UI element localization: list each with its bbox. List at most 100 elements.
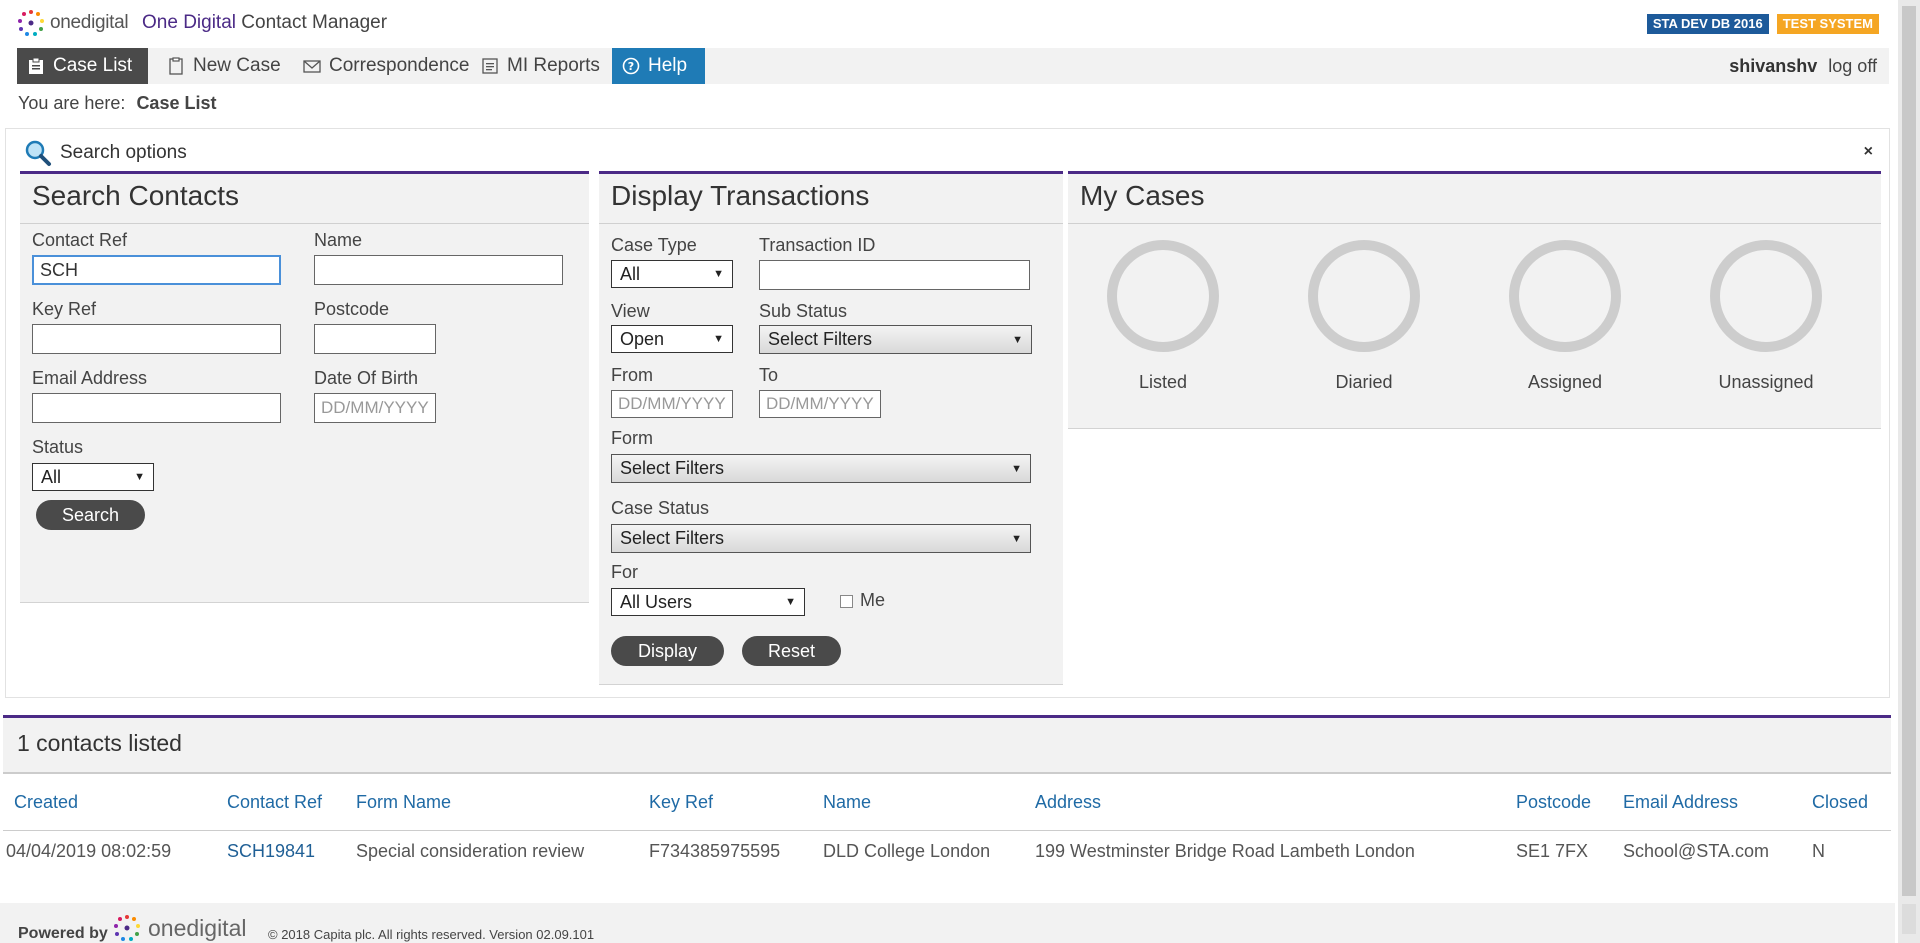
scrollbar-down-arrow[interactable]	[1902, 904, 1916, 934]
document-icon	[169, 57, 183, 75]
clipboard-icon	[29, 57, 43, 74]
to-date-input[interactable]	[759, 390, 881, 418]
envelope-icon	[303, 60, 321, 73]
col-email-address[interactable]: Email Address	[1623, 792, 1738, 813]
cell-key-ref: F734385975595	[649, 841, 781, 861]
name-input[interactable]	[314, 255, 563, 285]
scrollbar-thumb[interactable]	[1902, 6, 1916, 896]
unassigned-counter[interactable]: Unassigned	[1696, 240, 1836, 393]
caret-down-icon: ▼	[1012, 333, 1023, 346]
header-divider	[3, 830, 1891, 831]
app-title: One Digital Contact Manager	[142, 12, 387, 34]
diaried-counter[interactable]: Diaried	[1294, 240, 1434, 393]
col-address[interactable]: Address	[1035, 792, 1101, 813]
key-ref-label: Key Ref	[32, 299, 97, 319]
me-label: Me	[860, 590, 886, 610]
display-transactions-title: Display Transactions	[599, 174, 1063, 224]
reports-icon	[482, 58, 498, 74]
unassigned-label: Unassigned	[1718, 372, 1814, 392]
case-type-select[interactable]: All ▼	[611, 260, 733, 288]
tab-mi-reports[interactable]: MI Reports	[471, 48, 610, 84]
case-status-label: Case Status	[611, 498, 710, 518]
tab-case-list[interactable]: Case List	[17, 48, 148, 84]
col-key-ref[interactable]: Key Ref	[649, 792, 713, 813]
listed-counter[interactable]: Listed	[1093, 240, 1233, 393]
for-value: All Users	[620, 591, 693, 612]
sub-status-select[interactable]: Select Filters ▼	[759, 325, 1032, 354]
for-select[interactable]: All Users ▼	[611, 588, 805, 616]
tab-new-case[interactable]: New Case	[157, 48, 291, 84]
contact-ref-label: Contact Ref	[32, 230, 128, 250]
search-contacts-title: Search Contacts	[20, 174, 589, 224]
cell-postcode: SE1 7FX	[1516, 841, 1589, 861]
tab-correspondence[interactable]: Correspondence	[293, 48, 479, 84]
cell-closed: N	[1812, 841, 1825, 861]
from-date-input[interactable]	[611, 390, 733, 418]
dob-input[interactable]	[314, 393, 436, 423]
form-select[interactable]: Select Filters ▼	[611, 454, 1031, 483]
app-title-brand: One Digital	[142, 12, 236, 33]
case-status-select[interactable]: Select Filters ▼	[611, 524, 1031, 553]
status-value: All	[41, 466, 62, 487]
view-select[interactable]: Open ▼	[611, 325, 733, 353]
me-checkbox[interactable]	[840, 595, 853, 608]
search-options-header[interactable]: Search options	[24, 139, 187, 167]
main-nav: Case List New Case Correspondence MI Rep…	[17, 48, 1889, 84]
svg-text:?: ?	[628, 60, 634, 73]
breadcrumb-prefix: You are here:	[18, 93, 126, 113]
onedigital-logo-icon	[114, 915, 140, 941]
col-created[interactable]: Created	[14, 792, 78, 813]
close-icon[interactable]: ×	[1864, 143, 1873, 161]
db-badge: STA DEV DB 2016	[1646, 14, 1769, 34]
search-options-panel: Search options × Search Contacts Contact…	[5, 128, 1890, 698]
tab-label: Correspondence	[329, 55, 470, 76]
status-label: Status	[32, 437, 84, 457]
footer: Powered by onedigital © 2018 Capita plc.…	[0, 903, 1895, 943]
tab-label: Case List	[53, 55, 133, 76]
page-scrollbar[interactable]	[1898, 0, 1920, 943]
email-input[interactable]	[32, 393, 281, 423]
reset-button[interactable]: Reset	[742, 636, 841, 666]
search-button[interactable]: Search	[36, 500, 145, 530]
caret-down-icon: ▼	[785, 596, 796, 608]
form-value: Select Filters	[620, 458, 725, 478]
cell-contact-ref-link[interactable]: SCH19841	[227, 841, 315, 862]
case-type-value: All	[620, 263, 641, 284]
listed-ring	[1107, 240, 1219, 352]
diaried-ring	[1308, 240, 1420, 352]
top-bar: onedigital One Digital Contact Manager S…	[0, 0, 1895, 48]
assigned-counter[interactable]: Assigned	[1495, 240, 1635, 393]
contact-ref-input[interactable]	[32, 255, 281, 285]
col-name[interactable]: Name	[823, 792, 871, 813]
listed-label: Listed	[1138, 372, 1188, 392]
onedigital-logo[interactable]: onedigital	[16, 8, 129, 38]
copyright: © 2018 Capita plc. All rights reserved. …	[268, 927, 595, 942]
col-closed[interactable]: Closed	[1812, 792, 1868, 813]
powered-by-label: Powered by	[18, 925, 108, 942]
postcode-input[interactable]	[314, 324, 436, 354]
name-label: Name	[314, 230, 363, 250]
status-select[interactable]: All ▼	[32, 463, 154, 491]
question-icon: ?	[622, 57, 640, 75]
to-label: To	[759, 365, 779, 385]
cell-form-name: Special consideration review	[356, 841, 585, 861]
results-title: 1 contacts listed	[3, 718, 1891, 774]
col-postcode[interactable]: Postcode	[1516, 792, 1591, 813]
caret-down-icon: ▼	[1011, 462, 1022, 475]
key-ref-input[interactable]	[32, 324, 281, 354]
caret-down-icon: ▼	[134, 471, 145, 483]
postcode-label: Postcode	[314, 299, 390, 319]
col-contact-ref[interactable]: Contact Ref	[227, 792, 322, 813]
tab-help[interactable]: ? Help	[612, 48, 705, 84]
case-status-value: Select Filters	[620, 528, 725, 548]
onedigital-logo-icon	[18, 10, 44, 36]
col-form-name[interactable]: Form Name	[356, 792, 451, 813]
magnifier-icon	[25, 140, 51, 166]
display-transactions-panel: Display Transactions Case Type All ▼ Tra…	[599, 171, 1063, 685]
display-button[interactable]: Display	[611, 636, 724, 666]
transaction-id-input[interactable]	[759, 260, 1030, 290]
my-cases-panel: My Cases Listed Diaried Assigned Unassig…	[1068, 171, 1881, 429]
log-off-link[interactable]: log off	[1828, 56, 1877, 76]
caret-down-icon: ▼	[713, 268, 724, 280]
form-label: Form	[611, 428, 653, 448]
